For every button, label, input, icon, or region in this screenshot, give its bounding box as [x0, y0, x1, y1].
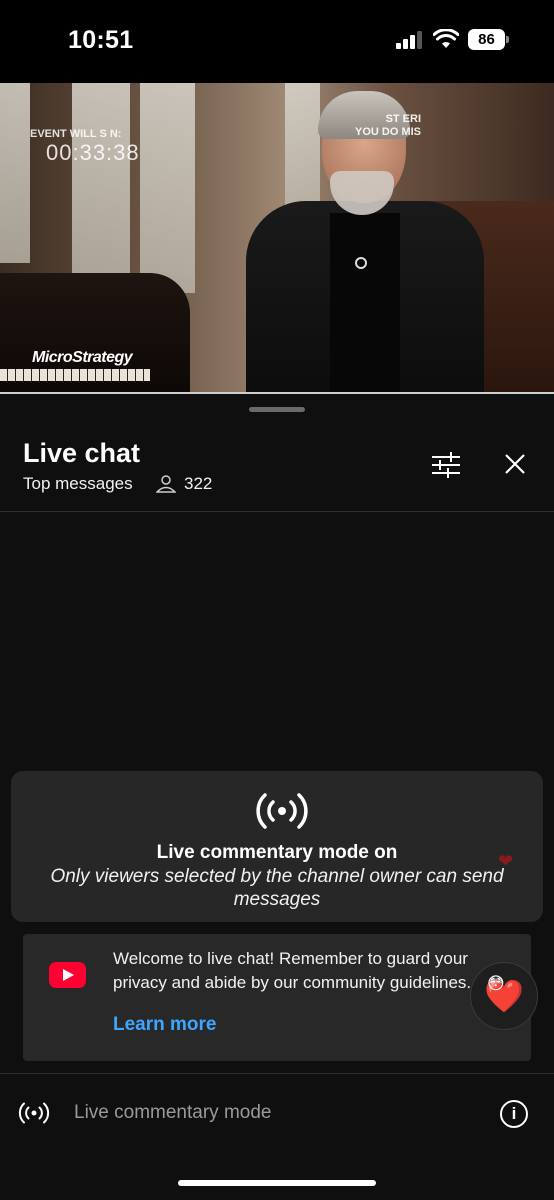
- live-commentary-mode-label: Live commentary mode: [74, 1102, 272, 1123]
- commentary-title: Live commentary mode on: [156, 842, 398, 863]
- video-player[interactable]: EVENT WILL S N: 00:33:38 ST ERI YOU DO M…: [0, 83, 554, 394]
- overlay-right-text: ST ERI YOU DO MIS: [355, 113, 421, 139]
- live-commentary-notice: Live commentary mode on Only viewers sel…: [11, 771, 543, 922]
- speaker-shirt-image: [330, 213, 400, 393]
- person-icon: [156, 475, 176, 493]
- live-chat-sheet: Live chat Top messages 322 Live commenta…: [0, 395, 554, 1200]
- lapel-pin-image: [355, 257, 367, 269]
- top-messages-dropdown[interactable]: Top messages: [23, 474, 133, 494]
- overlay-right-line2: YOU DO MIS: [355, 126, 422, 138]
- floating-heart-reaction: ❤: [498, 851, 514, 871]
- learn-more-link[interactable]: Learn more: [113, 1014, 216, 1036]
- chat-input-bar: Live commentary mode i: [0, 1074, 554, 1154]
- status-bar: 10:51 86: [0, 0, 554, 83]
- info-icon[interactable]: i: [500, 1100, 528, 1128]
- flushed-face-reaction: 😳: [487, 974, 505, 993]
- broadcast-icon: [18, 1102, 50, 1124]
- commentary-description: Only viewers selected by the channel own…: [50, 866, 504, 910]
- welcome-message-card: Welcome to live chat! Remember to guard …: [23, 934, 531, 1061]
- microstrategy-logo: MicroStrategy: [32, 349, 133, 366]
- video-window: [0, 83, 30, 263]
- event-countdown: 00:33:38: [46, 140, 140, 165]
- battery-nub: [506, 36, 509, 43]
- heart-reaction-button[interactable]: ❤️: [470, 962, 538, 1030]
- viewer-count: 322: [184, 474, 213, 493]
- youtube-icon: [49, 962, 86, 988]
- wifi-icon: [433, 29, 459, 48]
- drag-handle[interactable]: [249, 407, 305, 412]
- piano-keys-image: [0, 369, 150, 381]
- home-indicator[interactable]: [178, 1180, 376, 1186]
- welcome-text: Welcome to live chat! Remember to guard …: [113, 949, 472, 992]
- event-countdown-label: EVENT WILL S N:: [30, 128, 122, 140]
- close-icon[interactable]: [498, 449, 532, 481]
- chat-title: Live chat: [23, 438, 141, 468]
- broadcast-icon: [256, 793, 308, 829]
- video-window: [72, 83, 130, 283]
- video-window: [140, 83, 195, 293]
- header-divider: [0, 511, 554, 512]
- overlay-right-line1: ST ERI: [385, 113, 422, 125]
- cellular-signal-icon: [396, 31, 424, 49]
- sliders-icon[interactable]: [428, 449, 464, 481]
- video-progress-line: [0, 392, 554, 394]
- status-time: 10:51: [68, 26, 134, 54]
- battery-indicator: 86: [468, 29, 505, 50]
